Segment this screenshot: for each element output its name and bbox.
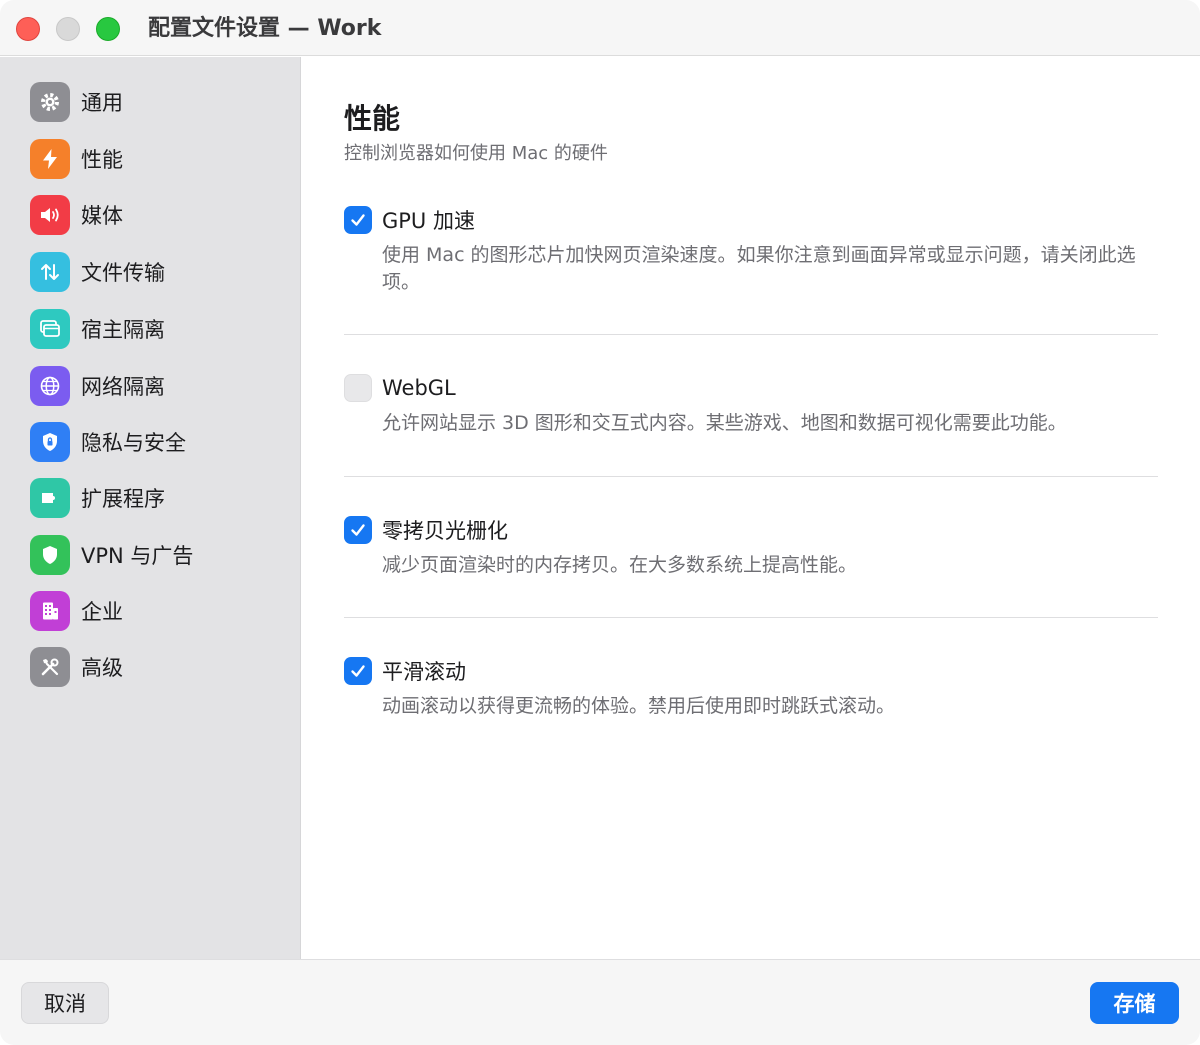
zero-copy-rasterization-checkbox[interactable]: [344, 516, 372, 544]
checkmark-icon: [351, 665, 365, 677]
sidebar-item-general[interactable]: 通用: [30, 79, 280, 125]
sidebar-item-media[interactable]: 媒体: [30, 192, 280, 238]
sidebar-item-label: 企业: [81, 600, 123, 624]
option-smooth-scrolling: 平滑滚动 动画滚动以获得更流畅的体验。禁用后使用即时跳跃式滚动。: [344, 655, 1158, 720]
settings-window: 配置文件设置 — Work 通用 性能 媒体 文件传输 宿主隔离 网络隔离 隐私…: [0, 0, 1200, 1045]
sidebar-item-label: VPN 与广告: [81, 544, 194, 568]
transfer-arrows-icon: [30, 252, 70, 292]
sidebar-item-performance[interactable]: 性能: [30, 136, 280, 182]
option-label: WebGL: [382, 376, 456, 400]
sidebar-item-privacy-security[interactable]: 隐私与安全: [30, 419, 280, 465]
option-zero-copy-rasterization: 零拷贝光栅化 减少页面渲染时的内存拷贝。在大多数系统上提高性能。: [344, 514, 1158, 579]
puzzle-icon: [30, 478, 70, 518]
sidebar-item-network-isolation[interactable]: 网络隔离: [30, 363, 280, 409]
divider: [344, 476, 1158, 477]
sidebar-item-enterprise[interactable]: 企业: [30, 588, 280, 634]
option-description: 允许网站显示 3D 图形和交互式内容。某些游戏、地图和数据可视化需要此功能。: [382, 412, 1067, 434]
sidebar-item-vpn-ads[interactable]: VPN 与广告: [30, 532, 280, 578]
windows-icon: [30, 309, 70, 349]
title-bar: 配置文件设置 — Work: [0, 0, 1200, 56]
smooth-scrolling-checkbox[interactable]: [344, 657, 372, 685]
sidebar-item-label: 隐私与安全: [81, 431, 186, 455]
building-icon: [30, 591, 70, 631]
option-description: 减少页面渲染时的内存拷贝。在大多数系统上提高性能。: [382, 554, 858, 576]
checkmark-icon: [351, 214, 365, 226]
webgl-checkbox[interactable]: [344, 374, 372, 402]
sidebar-item-advanced[interactable]: 高级: [30, 644, 280, 690]
option-description: 使用 Mac 的图形芯片加快网页渲染速度。如果你注意到画面异常或显示问题，请关闭…: [382, 244, 1136, 293]
minimize-window-button[interactable]: [56, 17, 80, 41]
bolt-icon: [30, 139, 70, 179]
main-content: 性能 控制浏览器如何使用 Mac 的硬件 GPU 加速 使用 Mac 的图形芯片…: [302, 57, 1200, 959]
window-title: 配置文件设置 — Work: [148, 16, 382, 41]
option-description: 动画滚动以获得更流畅的体验。禁用后使用即时跳跃式滚动。: [382, 695, 896, 717]
shield-icon: [30, 535, 70, 575]
option-webgl: WebGL 允许网站显示 3D 图形和交互式内容。某些游戏、地图和数据可视化需要…: [344, 372, 1158, 437]
sidebar-item-label: 网络隔离: [81, 375, 165, 399]
sidebar-item-label: 宿主隔离: [81, 318, 165, 342]
checkmark-icon: [351, 524, 365, 536]
speaker-icon: [30, 195, 70, 235]
globe-icon: [30, 366, 70, 406]
option-gpu-acceleration: GPU 加速 使用 Mac 的图形芯片加快网页渲染速度。如果你注意到画面异常或显…: [344, 204, 1158, 296]
tools-icon: [30, 647, 70, 687]
page-subtitle: 控制浏览器如何使用 Mac 的硬件: [344, 143, 608, 164]
sidebar-item-label: 媒体: [81, 204, 123, 228]
option-label: GPU 加速: [382, 209, 475, 233]
sidebar-item-label: 通用: [81, 91, 123, 115]
sidebar-item-extensions[interactable]: 扩展程序: [30, 475, 280, 521]
sidebar-item-label: 扩展程序: [81, 487, 165, 511]
lock-icon: [30, 422, 70, 462]
page-title: 性能: [344, 102, 401, 135]
sidebar-item-host-isolation[interactable]: 宿主隔离: [30, 306, 280, 352]
save-button[interactable]: 存储: [1090, 982, 1179, 1024]
sidebar-item-label: 性能: [81, 148, 123, 172]
divider: [344, 334, 1158, 335]
footer-bar: 取消 存储: [0, 959, 1200, 1045]
close-window-button[interactable]: [16, 17, 40, 41]
divider: [344, 617, 1158, 618]
cancel-button[interactable]: 取消: [21, 982, 109, 1024]
zoom-window-button[interactable]: [96, 17, 120, 41]
sidebar-item-label: 文件传输: [81, 261, 165, 285]
option-label: 零拷贝光栅化: [382, 519, 508, 543]
sidebar-item-file-transfer[interactable]: 文件传输: [30, 249, 280, 295]
gear-icon: [30, 82, 70, 122]
option-label: 平滑滚动: [382, 660, 466, 684]
gpu-acceleration-checkbox[interactable]: [344, 206, 372, 234]
sidebar: 通用 性能 媒体 文件传输 宿主隔离 网络隔离 隐私与安全 扩展程序 VPN 与…: [0, 57, 301, 959]
sidebar-item-label: 高级: [81, 656, 123, 680]
